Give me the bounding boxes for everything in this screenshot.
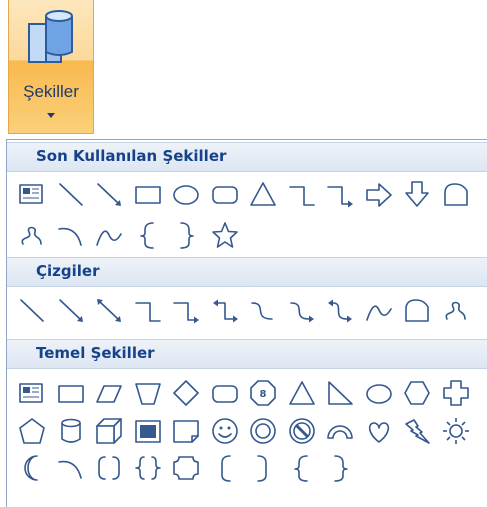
rectangle-icon[interactable]	[133, 179, 163, 209]
scribble-icon[interactable]	[441, 295, 471, 325]
triangle-icon[interactable]	[248, 179, 278, 209]
elbow-connector-icon[interactable]	[287, 179, 317, 209]
elbow-double-arrow-connector-icon[interactable]	[210, 295, 240, 325]
right-arrow-icon[interactable]	[364, 179, 394, 209]
lightning-bolt-icon[interactable]	[402, 416, 432, 446]
folded-corner-icon[interactable]	[171, 416, 201, 446]
text-box-icon[interactable]	[17, 378, 47, 408]
freeform-scribble-icon[interactable]	[17, 220, 47, 250]
arrow-line-icon[interactable]	[56, 295, 86, 325]
octagon-icon[interactable]: 8	[248, 378, 278, 408]
curved-double-arrow-connector-icon[interactable]	[325, 295, 355, 325]
shapes-gallery: Son Kullanılan Şekiller Çizgiler Temel Ş…	[6, 139, 487, 507]
elbow-arrow-connector-icon[interactable]	[171, 295, 201, 325]
rounded-rectangle-icon[interactable]	[210, 179, 240, 209]
trapezoid-icon[interactable]	[133, 378, 163, 408]
plaque-icon[interactable]	[171, 453, 201, 483]
curve-icon[interactable]	[364, 295, 394, 325]
left-brace-icon[interactable]	[133, 220, 163, 250]
heart-icon[interactable]	[364, 416, 394, 446]
section-header-recent: Son Kullanılan Şekiller	[7, 142, 487, 172]
left-bracket-icon[interactable]	[210, 453, 240, 483]
right-triangle-icon[interactable]	[325, 378, 355, 408]
bevel-icon[interactable]	[133, 416, 163, 446]
parallelogram-icon[interactable]	[94, 378, 124, 408]
curved-arrow-connector-icon[interactable]	[287, 295, 317, 325]
smiley-face-icon[interactable]	[210, 416, 240, 446]
rectangle-icon[interactable]	[56, 378, 86, 408]
rounded-rectangle-icon[interactable]	[210, 378, 240, 408]
double-bracket-icon[interactable]	[94, 453, 124, 483]
triangle-icon[interactable]	[287, 378, 317, 408]
down-arrow-icon[interactable]	[402, 179, 432, 209]
diamond-icon[interactable]	[171, 378, 201, 408]
double-brace-icon[interactable]	[133, 453, 163, 483]
oval-icon[interactable]	[364, 378, 394, 408]
oval-icon[interactable]	[171, 179, 201, 209]
folded-shape-icon[interactable]	[441, 179, 471, 209]
sun-icon[interactable]	[441, 416, 471, 446]
shapes-ribbon-button[interactable]: Şekiller	[8, 0, 94, 134]
section-header-lines: Çizgiler	[7, 257, 487, 287]
section-title: Son Kullanılan Şekiller	[36, 147, 227, 165]
block-arc-icon[interactable]	[325, 416, 355, 446]
right-brace-icon[interactable]	[171, 220, 201, 250]
double-arrow-line-icon[interactable]	[94, 295, 124, 325]
section-title: Çizgiler	[36, 262, 100, 280]
section-title: Temel Şekiller	[36, 344, 155, 362]
no-symbol-icon[interactable]	[287, 416, 317, 446]
curved-connector-icon[interactable]	[248, 295, 278, 325]
cross-icon[interactable]	[441, 378, 471, 408]
hexagon-icon[interactable]	[402, 378, 432, 408]
right-brace-icon[interactable]	[325, 453, 355, 483]
arc-icon[interactable]	[56, 453, 86, 483]
arrow-line-icon[interactable]	[94, 179, 124, 209]
elbow-arrow-connector-icon[interactable]	[325, 179, 355, 209]
curve-icon[interactable]	[94, 220, 124, 250]
section-header-basic: Temel Şekiller	[7, 339, 487, 369]
text-box-icon[interactable]	[17, 179, 47, 209]
svg-text:8: 8	[260, 389, 267, 400]
line-icon[interactable]	[56, 179, 86, 209]
moon-icon[interactable]	[17, 453, 47, 483]
line-icon[interactable]	[17, 295, 47, 325]
cube-icon[interactable]	[94, 416, 124, 446]
can-icon[interactable]	[56, 416, 86, 446]
shapes-button-label: Şekiller	[23, 82, 79, 101]
freeform-icon[interactable]	[402, 295, 432, 325]
elbow-connector-icon[interactable]	[133, 295, 163, 325]
star-icon[interactable]	[210, 220, 240, 250]
chevron-down-icon	[47, 113, 55, 118]
right-bracket-icon[interactable]	[248, 453, 278, 483]
left-brace-icon[interactable]	[287, 453, 317, 483]
pentagon-icon[interactable]	[17, 416, 47, 446]
arc-icon[interactable]	[56, 220, 86, 250]
shapes-icon	[28, 10, 73, 63]
donut-icon[interactable]	[248, 416, 278, 446]
